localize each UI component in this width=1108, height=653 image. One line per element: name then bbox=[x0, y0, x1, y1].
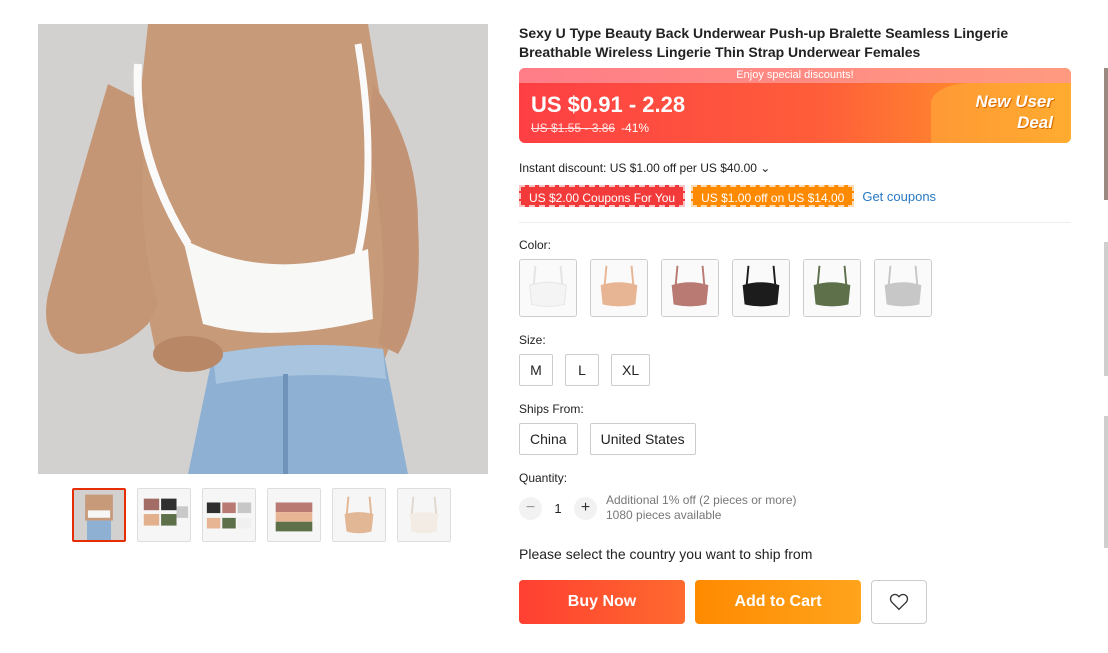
quantity-label: Quantity: bbox=[519, 471, 568, 485]
deal-line-2: Deal bbox=[1017, 113, 1053, 132]
side-panel-edge bbox=[1104, 416, 1108, 548]
heart-icon bbox=[889, 593, 909, 611]
coupon-row: US $2.00 Coupons For You US $1.00 off on… bbox=[519, 185, 1071, 207]
color-swatch-beige[interactable] bbox=[590, 259, 648, 317]
quantity-note: Additional 1% off (2 pieces or more) 108… bbox=[606, 493, 797, 523]
side-panel-edge bbox=[1104, 68, 1108, 200]
add-to-cart-button[interactable]: Add to Cart bbox=[695, 580, 861, 624]
original-price: US $1.55 - 3.86 bbox=[531, 121, 616, 135]
color-swatch-green[interactable] bbox=[803, 259, 861, 317]
deal-line-1: New User bbox=[975, 92, 1053, 111]
bulk-discount-note: Additional 1% off (2 pieces or more) bbox=[606, 493, 797, 507]
price-box: Enjoy special discounts! US $0.91 - 2.28… bbox=[519, 68, 1071, 143]
ships-from-china[interactable]: China bbox=[519, 423, 578, 455]
ship-country-message: Please select the country you want to sh… bbox=[519, 546, 813, 562]
thumbnail-3[interactable] bbox=[202, 488, 256, 542]
color-swatches bbox=[519, 259, 1071, 317]
wishlist-button[interactable] bbox=[871, 580, 927, 624]
side-panel-edge bbox=[1104, 242, 1108, 376]
product-info: Sexy U Type Beauty Back Underwear Push-u… bbox=[519, 24, 1071, 624]
get-coupons-link[interactable]: Get coupons bbox=[862, 189, 936, 204]
quantity-plus-button[interactable]: + bbox=[574, 496, 597, 520]
ships-from-label: Ships From: bbox=[519, 402, 584, 416]
coupon-store[interactable]: US $2.00 Coupons For You bbox=[519, 185, 686, 207]
quantity-value[interactable]: 1 bbox=[542, 501, 574, 516]
size-option-xl[interactable]: XL bbox=[611, 354, 651, 386]
thumbnail-4[interactable] bbox=[267, 488, 321, 542]
discount-banner: Enjoy special discounts! bbox=[519, 68, 1071, 83]
main-product-image[interactable] bbox=[38, 24, 488, 474]
current-price: US $0.91 - 2.28 bbox=[531, 92, 686, 117]
quantity-stepper: − 1 + Additional 1% off (2 pieces or mor… bbox=[519, 493, 1071, 523]
color-label: Color: bbox=[519, 238, 552, 252]
size-label: Size: bbox=[519, 333, 546, 347]
thumbnail-strip bbox=[72, 488, 451, 542]
stock-available: 1080 pieces available bbox=[606, 508, 722, 522]
ships-from-united-states[interactable]: United States bbox=[589, 423, 696, 455]
color-swatch-rose[interactable] bbox=[661, 259, 719, 317]
ships-from-options: China United States bbox=[519, 423, 1071, 455]
coupon-select[interactable]: US $1.00 off on US $14.00 bbox=[691, 185, 855, 207]
divider bbox=[519, 222, 1071, 223]
size-option-m[interactable]: M bbox=[519, 354, 553, 386]
product-photo-back-view bbox=[38, 24, 488, 474]
thumbnail-6[interactable] bbox=[397, 488, 451, 542]
buy-now-button[interactable]: Buy Now bbox=[519, 580, 685, 624]
color-swatch-black[interactable] bbox=[732, 259, 790, 317]
thumbnail-2[interactable] bbox=[137, 488, 191, 542]
thumbnail-5[interactable] bbox=[332, 488, 386, 542]
action-buttons: Buy Now Add to Cart bbox=[519, 580, 1071, 624]
product-title: Sexy U Type Beauty Back Underwear Push-u… bbox=[519, 25, 1009, 60]
thumbnail-1[interactable] bbox=[72, 488, 126, 542]
color-swatch-white[interactable] bbox=[519, 259, 577, 317]
new-user-deal-badge: New User Deal bbox=[935, 91, 1053, 133]
quantity-minus-button[interactable]: − bbox=[519, 496, 542, 520]
size-option-l[interactable]: L bbox=[565, 354, 599, 386]
discount-percent: -41% bbox=[621, 121, 650, 135]
instant-discount[interactable]: Instant discount: US $1.00 off per US $4… bbox=[519, 161, 1071, 175]
color-swatch-gray[interactable] bbox=[874, 259, 932, 317]
size-options: M L XL bbox=[519, 354, 1071, 386]
original-price-row: US $1.55 - 3.86 -41% bbox=[531, 121, 649, 135]
